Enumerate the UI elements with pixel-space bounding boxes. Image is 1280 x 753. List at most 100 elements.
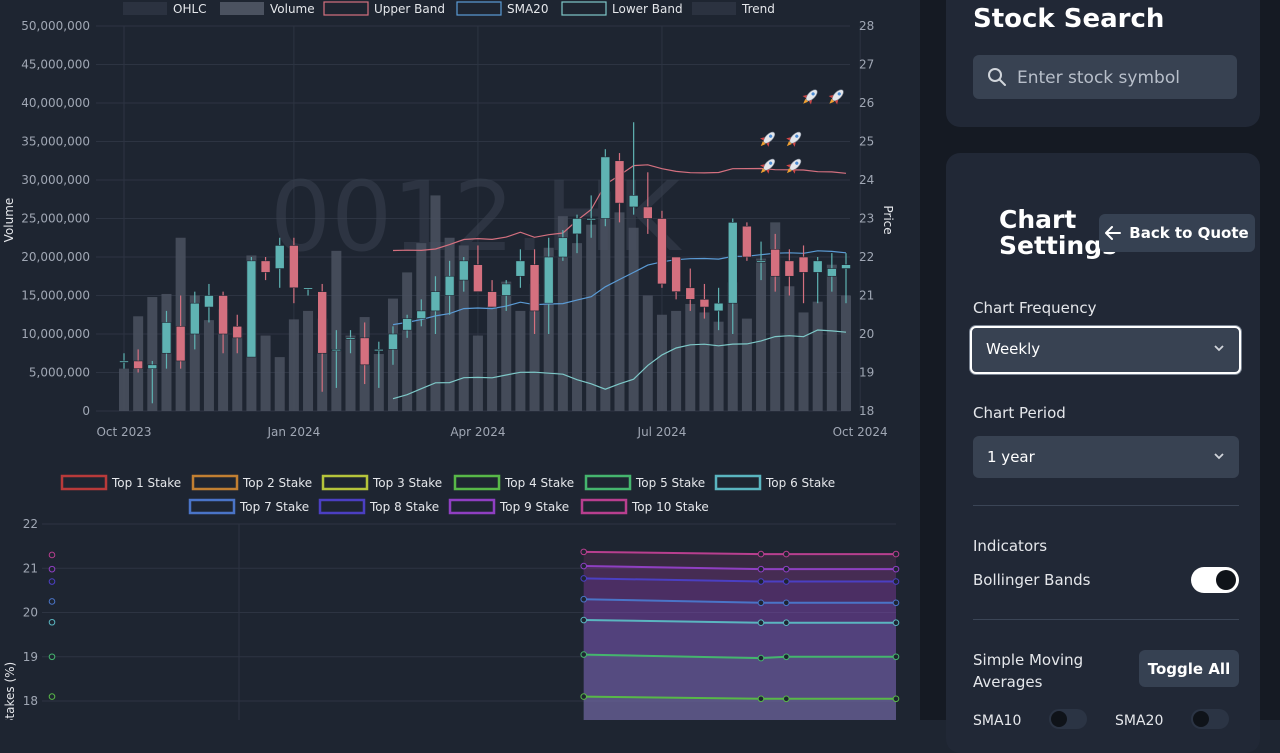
candle-body [458, 260, 469, 281]
volume-bar [628, 227, 639, 411]
rocket-icon [786, 131, 802, 147]
candle [303, 287, 313, 296]
stake-point [782, 695, 790, 703]
x-tick-label: Oct 2024 [833, 425, 888, 439]
candle-body [614, 160, 625, 204]
volume-tick-label: 35,000,000 [21, 135, 90, 149]
candle [742, 222, 752, 261]
stake-point [892, 619, 900, 626]
stake-point [580, 616, 588, 624]
candle [657, 210, 667, 288]
candle-body [501, 283, 512, 296]
candle-body [317, 291, 327, 354]
price-tick-label: 18 [859, 404, 874, 418]
volume-tick-label: 40,000,000 [21, 96, 90, 110]
candle-body [345, 337, 356, 340]
sidebar: Stock Search Chart Settings Back to Quot… [920, 0, 1280, 753]
candle-body [260, 260, 271, 273]
candle [204, 283, 214, 323]
volume-bar [288, 319, 299, 411]
price-tick-label: 21 [859, 289, 874, 303]
stake-point [782, 578, 790, 585]
candle-body [628, 195, 639, 208]
candle-body [699, 299, 710, 308]
legend-swatch [692, 2, 736, 15]
x-tick-label: Jul 2024 [637, 425, 687, 439]
chart-period-select[interactable]: 1 year [973, 436, 1239, 478]
stake-point [892, 653, 900, 661]
candle [274, 237, 285, 288]
stake-point [580, 693, 588, 700]
volume-bar [841, 295, 851, 411]
stake-point [892, 599, 900, 607]
volume-bar [203, 320, 214, 411]
rocket-icon [760, 158, 776, 174]
bollinger-bands-toggle[interactable] [1191, 567, 1239, 593]
candle-body [430, 291, 441, 312]
legend-label: Top 9 Stake [499, 500, 569, 514]
legend-label: SMA20 [507, 2, 548, 16]
candle-body [444, 275, 455, 296]
sma20-toggle[interactable] [1191, 709, 1229, 729]
stock-search-box[interactable] [973, 55, 1237, 101]
chevron-down-icon [1214, 453, 1224, 460]
candle-body [303, 287, 313, 290]
stake-point [757, 565, 765, 573]
candle [812, 257, 823, 304]
price-volume-chart: 0012.HK 50,000,00045,000,00040,000,00035… [2, 1, 895, 439]
chart-frequency-label: Chart Frequency [973, 299, 1097, 317]
volume-tick-label: 0 [82, 404, 90, 418]
stake-point [48, 598, 56, 605]
candle [119, 353, 129, 369]
legend-swatch [584, 474, 632, 491]
candle-body [770, 249, 781, 277]
candle-body [388, 333, 398, 350]
trend-markers [760, 89, 844, 174]
rocket-icon [760, 131, 776, 147]
candle-body [161, 322, 172, 354]
candle-body [827, 268, 837, 277]
rocket-icon [802, 89, 818, 105]
stakes-tick-label: 22 [23, 517, 38, 531]
candle [600, 149, 611, 227]
legend-label: OHLC [173, 2, 207, 16]
legend-swatch [188, 498, 236, 515]
stake-point [48, 565, 56, 573]
stake-point [782, 619, 790, 626]
chart-frequency-value: Weekly [986, 340, 1041, 358]
legend-label: Top 10 Stake [631, 500, 709, 514]
stake-point [757, 599, 765, 607]
rocket-icon [828, 89, 844, 105]
stock-symbol-input[interactable] [1015, 55, 1234, 101]
sma-label: Simple Moving Averages [973, 649, 1083, 693]
stake-point [757, 578, 765, 585]
chart-settings-card: Chart Settings Back to Quote Chart Frequ… [946, 153, 1260, 753]
candle [798, 245, 809, 304]
candle-body [274, 245, 285, 269]
candle-body [572, 218, 582, 235]
toggle-all-button[interactable]: Toggle All [1139, 650, 1239, 687]
stake-point [48, 551, 56, 559]
legend-swatch [60, 474, 108, 491]
candle-body [331, 349, 342, 352]
stakes-axis-label: Stakes (%) [3, 662, 17, 720]
volume-bar [741, 318, 752, 411]
candle-body [713, 302, 724, 312]
volume-bar [416, 243, 427, 411]
chart-frequency-select[interactable]: Weekly [970, 326, 1241, 374]
candle-body [416, 310, 427, 319]
legend-label: Top 5 Stake [635, 476, 705, 490]
stakes-tick-label: 18 [23, 694, 38, 708]
arrow-left-icon [1105, 226, 1122, 240]
candle-body [289, 245, 299, 289]
price-tick-label: 28 [859, 19, 874, 33]
legend-label: Lower Band [612, 2, 683, 16]
price-axis-label: Price [881, 205, 895, 234]
price-tick-label: 24 [859, 173, 874, 187]
stake-point [580, 562, 588, 570]
bollinger-bands-label: Bollinger Bands [973, 571, 1091, 589]
back-to-quote-button[interactable]: Back to Quote [1099, 214, 1255, 252]
volume-tick-label: 10,000,000 [21, 327, 90, 341]
sma10-toggle[interactable] [1049, 709, 1087, 729]
volume-bar [119, 368, 129, 411]
